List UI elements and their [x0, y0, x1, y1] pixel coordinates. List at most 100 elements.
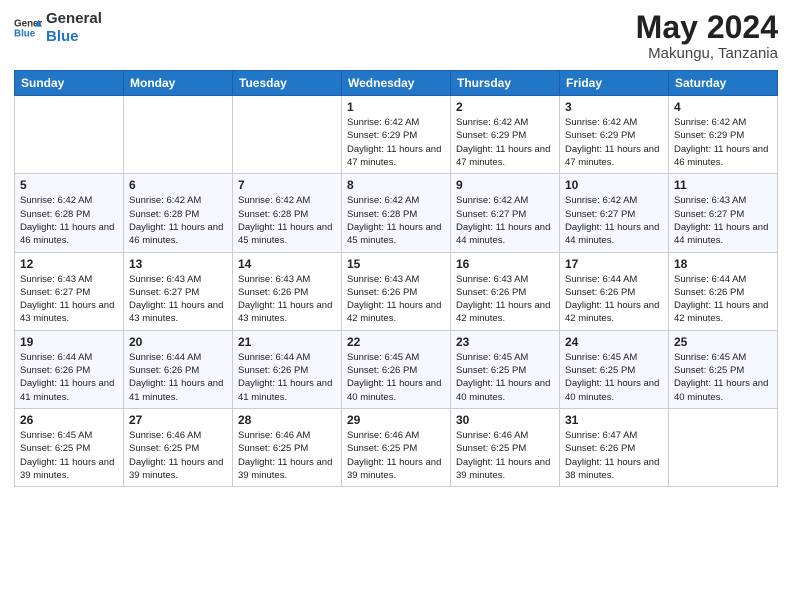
sunset-text: Sunset: 6:26 PM [674, 286, 772, 299]
sunset-text: Sunset: 6:26 PM [238, 364, 336, 377]
day-info: Sunrise: 6:47 AMSunset: 6:26 PMDaylight:… [565, 429, 663, 482]
calendar-cell-w2-d2: 6Sunrise: 6:42 AMSunset: 6:28 PMDaylight… [124, 174, 233, 252]
day-info: Sunrise: 6:42 AMSunset: 6:27 PMDaylight:… [565, 194, 663, 247]
day-number: 4 [674, 100, 772, 114]
calendar-cell-w5-d5: 30Sunrise: 6:46 AMSunset: 6:25 PMDayligh… [451, 408, 560, 486]
calendar-cell-w2-d1: 5Sunrise: 6:42 AMSunset: 6:28 PMDaylight… [15, 174, 124, 252]
calendar-cell-w5-d7 [669, 408, 778, 486]
calendar-cell-w3-d6: 17 Sunrise: 6:44 AMSunset: 6:26 PMDayligh… [560, 252, 669, 330]
sunrise-text: Sunrise: 6:42 AM [456, 116, 554, 129]
daylight-text: Daylight: 11 hours and 47 minutes. [565, 143, 663, 170]
sunset-text: Sunset: 6:25 PM [456, 442, 554, 455]
sunset-text: Sunset: 6:28 PM [347, 208, 445, 221]
sunset-text: Sunset: 6:26 PM [129, 364, 227, 377]
sunset-text: Sunset: 6:26 PM [565, 286, 663, 299]
sunset-text: Sunset: 6:25 PM [347, 442, 445, 455]
calendar-cell-w5-d6: 31Sunrise: 6:47 AMSunset: 6:26 PMDayligh… [560, 408, 669, 486]
day-number: 16 [456, 257, 554, 271]
calendar-cell-w3-d7: 18Sunrise: 6:44 AMSunset: 6:26 PMDayligh… [669, 252, 778, 330]
sunrise-text: Sunrise: 6:46 AM [238, 429, 336, 442]
day-number: 14 [238, 257, 336, 271]
sunset-text: Sunset: 6:27 PM [456, 208, 554, 221]
calendar-cell-w1-d1 [15, 96, 124, 174]
sunset-text: Sunset: 6:27 PM [20, 286, 118, 299]
daylight-text: Daylight: 11 hours and 40 minutes. [347, 377, 445, 404]
day-info: Sunrise: 6:43 AMSunset: 6:26 PMDaylight:… [238, 273, 336, 326]
header-friday: Friday [560, 71, 669, 96]
day-info: Sunrise: 6:45 AMSunset: 6:25 PMDaylight:… [565, 351, 663, 404]
sunrise-text: Sunrise: 6:42 AM [238, 194, 336, 207]
daylight-text: Daylight: 11 hours and 43 minutes. [129, 299, 227, 326]
sunset-text: Sunset: 6:27 PM [565, 208, 663, 221]
logo-text-general: General [46, 10, 102, 28]
sunrise-text: Sunrise: 6:45 AM [674, 351, 772, 364]
calendar-cell-w1-d7: 4 Sunrise: 6:42 AMSunset: 6:29 PMDaylight… [669, 96, 778, 174]
day-info: Sunrise: 6:45 AMSunset: 6:25 PMDaylight:… [674, 351, 772, 404]
day-number: 10 [565, 178, 663, 192]
day-number: 2 [456, 100, 554, 114]
daylight-text: Daylight: 11 hours and 47 minutes. [347, 143, 445, 170]
sunrise-text: Sunrise: 6:46 AM [129, 429, 227, 442]
sunrise-text: Sunrise: 6:43 AM [674, 194, 772, 207]
location-subtitle: Makungu, Tanzania [636, 45, 778, 62]
day-number: 11 [674, 178, 772, 192]
sunrise-text: Sunrise: 6:43 AM [347, 273, 445, 286]
daylight-text: Daylight: 11 hours and 44 minutes. [456, 221, 554, 248]
daylight-text: Daylight: 11 hours and 39 minutes. [347, 456, 445, 483]
daylight-text: Daylight: 11 hours and 44 minutes. [674, 221, 772, 248]
header-wednesday: Wednesday [342, 71, 451, 96]
day-info: Sunrise: 6:44 AMSunset: 6:26 PMDaylight:… [674, 273, 772, 326]
calendar-cell-w2-d7: 11 Sunrise: 6:43 AMSunset: 6:27 PMDayligh… [669, 174, 778, 252]
day-number: 7 [238, 178, 336, 192]
svg-text:Blue: Blue [14, 28, 36, 39]
calendar-cell-w1-d2 [124, 96, 233, 174]
day-number: 17 [565, 257, 663, 271]
sunrise-text: Sunrise: 6:44 AM [238, 351, 336, 364]
sunrise-text: Sunrise: 6:45 AM [347, 351, 445, 364]
daylight-text: Daylight: 11 hours and 42 minutes. [456, 299, 554, 326]
daylight-text: Daylight: 11 hours and 45 minutes. [238, 221, 336, 248]
daylight-text: Daylight: 11 hours and 46 minutes. [674, 143, 772, 170]
header-sunday: Sunday [15, 71, 124, 96]
calendar-cell-w5-d2: 27Sunrise: 6:46 AMSunset: 6:25 PMDayligh… [124, 408, 233, 486]
sunset-text: Sunset: 6:29 PM [674, 129, 772, 142]
calendar-cell-w1-d5: 2Sunrise: 6:42 AMSunset: 6:29 PMDaylight… [451, 96, 560, 174]
logo-text-blue: Blue [46, 28, 102, 46]
sunrise-text: Sunrise: 6:46 AM [456, 429, 554, 442]
calendar-week-1: 1Sunrise: 6:42 AMSunset: 6:29 PMDaylight… [15, 96, 778, 174]
sunrise-text: Sunrise: 6:45 AM [456, 351, 554, 364]
day-number: 23 [456, 335, 554, 349]
day-info: Sunrise: 6:44 AMSunset: 6:26 PMDaylight:… [565, 273, 663, 326]
calendar-cell-w4-d3: 21Sunrise: 6:44 AMSunset: 6:26 PMDayligh… [233, 330, 342, 408]
day-number: 8 [347, 178, 445, 192]
calendar-cell-w3-d5: 16Sunrise: 6:43 AMSunset: 6:26 PMDayligh… [451, 252, 560, 330]
sunrise-text: Sunrise: 6:42 AM [674, 116, 772, 129]
sunrise-text: Sunrise: 6:43 AM [20, 273, 118, 286]
day-info: Sunrise: 6:42 AMSunset: 6:28 PMDaylight:… [347, 194, 445, 247]
daylight-text: Daylight: 11 hours and 42 minutes. [347, 299, 445, 326]
day-number: 30 [456, 413, 554, 427]
day-info: Sunrise: 6:42 AMSunset: 6:28 PMDaylight:… [129, 194, 227, 247]
calendar-cell-w4-d4: 22Sunrise: 6:45 AMSunset: 6:26 PMDayligh… [342, 330, 451, 408]
day-info: Sunrise: 6:42 AMSunset: 6:29 PMDaylight:… [347, 116, 445, 169]
sunset-text: Sunset: 6:29 PM [347, 129, 445, 142]
day-info: Sunrise: 6:42 AMSunset: 6:29 PMDaylight:… [565, 116, 663, 169]
day-number: 26 [20, 413, 118, 427]
sunset-text: Sunset: 6:29 PM [456, 129, 554, 142]
calendar-cell-w3-d1: 12Sunrise: 6:43 AMSunset: 6:27 PMDayligh… [15, 252, 124, 330]
calendar-cell-w4-d2: 20Sunrise: 6:44 AMSunset: 6:26 PMDayligh… [124, 330, 233, 408]
daylight-text: Daylight: 11 hours and 44 minutes. [565, 221, 663, 248]
day-info: Sunrise: 6:43 AMSunset: 6:27 PMDaylight:… [674, 194, 772, 247]
day-info: Sunrise: 6:43 AMSunset: 6:27 PMDaylight:… [129, 273, 227, 326]
calendar-cell-w2-d4: 8 Sunrise: 6:42 AMSunset: 6:28 PMDaylight… [342, 174, 451, 252]
daylight-text: Daylight: 11 hours and 38 minutes. [565, 456, 663, 483]
day-number: 15 [347, 257, 445, 271]
sunrise-text: Sunrise: 6:44 AM [20, 351, 118, 364]
sunrise-text: Sunrise: 6:42 AM [129, 194, 227, 207]
sunset-text: Sunset: 6:28 PM [238, 208, 336, 221]
day-number: 27 [129, 413, 227, 427]
sunrise-text: Sunrise: 6:44 AM [129, 351, 227, 364]
calendar-table: Sunday Monday Tuesday Wednesday Thursday… [14, 70, 778, 487]
day-number: 12 [20, 257, 118, 271]
sunrise-text: Sunrise: 6:43 AM [129, 273, 227, 286]
